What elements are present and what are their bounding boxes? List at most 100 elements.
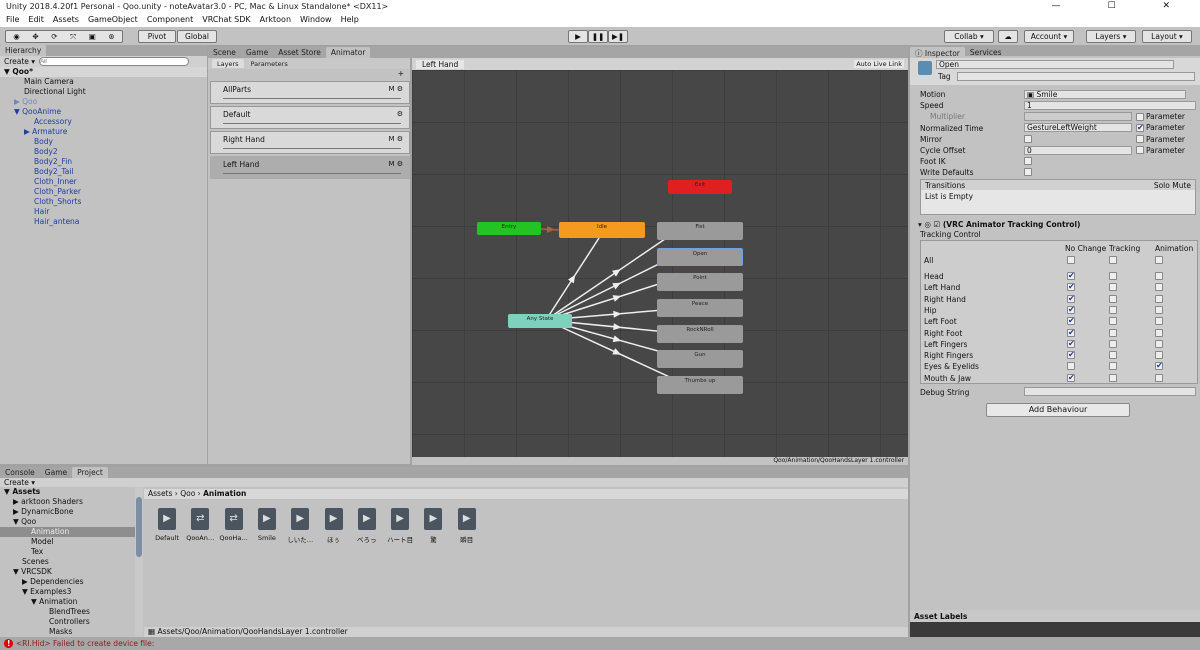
hierarchy-item[interactable]: Accessory	[0, 117, 207, 127]
tab-project[interactable]: Project	[72, 467, 108, 478]
tool-icon[interactable]: ✥	[32, 32, 38, 41]
tool-icon[interactable]: ⟳	[51, 32, 57, 41]
tracking-checkbox[interactable]	[1155, 256, 1163, 264]
breadcrumb-item[interactable]: Animation	[203, 489, 246, 498]
hierarchy-item[interactable]: Cloth_Parker	[0, 187, 207, 197]
pivot-button[interactable]: Pivot	[138, 30, 176, 43]
add-layer-button[interactable]: +	[208, 69, 410, 79]
normalized-time-dropdown[interactable]: GestureLeftWeight	[1024, 123, 1132, 132]
tracking-checkbox[interactable]	[1155, 351, 1163, 360]
asset-labels-header[interactable]: Asset Labels	[910, 610, 1200, 622]
collab-button[interactable]: Collab ▾	[944, 30, 994, 43]
scene-root[interactable]: ▼ Qoo*	[0, 67, 207, 77]
tracking-checkbox[interactable]	[1155, 317, 1163, 326]
tracking-checkbox[interactable]: ✔	[1067, 294, 1075, 303]
hierarchy-item[interactable]: ▼ QooAnime	[0, 107, 207, 117]
add-behaviour-button[interactable]: Add Behaviour	[986, 403, 1130, 417]
speed-field[interactable]: 1	[1024, 101, 1196, 110]
menu-help[interactable]: Help	[341, 15, 359, 25]
motion-field[interactable]: ▣ Smile	[1024, 90, 1186, 99]
menu-gameobject[interactable]: GameObject	[88, 15, 138, 25]
tracking-checkbox[interactable]	[1155, 328, 1163, 337]
project-folder[interactable]: Controllers	[0, 617, 135, 627]
layers-dropdown[interactable]: Layers ▾	[1086, 30, 1136, 43]
tab-layers[interactable]: Layers	[212, 59, 244, 68]
project-tree-scrollbar[interactable]	[135, 487, 143, 637]
project-folder[interactable]: ▼ Qoo	[0, 517, 135, 527]
project-folder[interactable]: ▶ Dependencies	[0, 577, 135, 587]
tag-field[interactable]	[957, 72, 1195, 81]
foot-ik-checkbox[interactable]	[1024, 157, 1032, 165]
auto-live-link-button[interactable]: Auto Live Link	[854, 60, 904, 68]
layer-settings-icon[interactable]: ⚙	[397, 110, 403, 118]
tracking-checkbox[interactable]	[1155, 373, 1163, 382]
project-folder[interactable]: ▶ arktoon Shaders	[0, 497, 135, 507]
project-folder[interactable]: Scenes	[0, 557, 135, 567]
tracking-checkbox[interactable]: ✔	[1067, 305, 1075, 314]
tracking-checkbox[interactable]: ✔	[1067, 272, 1075, 280]
hierarchy-item[interactable]: ▶ Qoo	[0, 97, 207, 107]
tab-inspector[interactable]: ⓘ Inspector	[910, 47, 965, 58]
hierarchy-item[interactable]: Hair	[0, 207, 207, 217]
hierarchy-item[interactable]: Main Camera	[0, 77, 207, 87]
hierarchy-search[interactable]	[39, 57, 190, 66]
hierarchy-item[interactable]: Body2_Fin	[0, 157, 207, 167]
menu-vrchat-sdk[interactable]: VRChat SDK	[202, 15, 250, 25]
state-node-thumbs-up[interactable]: Thumbs up	[657, 376, 743, 394]
tracking-checkbox[interactable]: ✔	[1067, 328, 1075, 337]
tracking-checkbox[interactable]	[1155, 283, 1163, 292]
state-name-field[interactable]: Open	[936, 60, 1174, 69]
layer-settings-icon[interactable]: M ⚙	[388, 85, 403, 93]
normalized-param-checkbox[interactable]: ✔	[1136, 124, 1144, 132]
component-header[interactable]: ▾ ◎ ☑ (VRC Animator Tracking Control)	[918, 220, 1080, 229]
tab-hierarchy[interactable]: Hierarchy	[0, 45, 47, 56]
project-create-button[interactable]: Create ▾	[0, 478, 908, 487]
mirror-param-checkbox[interactable]	[1136, 135, 1144, 143]
account-dropdown[interactable]: Account ▾	[1024, 30, 1074, 43]
menu-assets[interactable]: Assets	[53, 15, 79, 25]
tab-game[interactable]: Game	[40, 467, 72, 478]
menu-window[interactable]: Window	[300, 15, 332, 25]
debug-string-field[interactable]	[1024, 387, 1196, 396]
state-node-gun[interactable]: Gun	[657, 350, 743, 368]
menu-arktoon[interactable]: Arktoon	[260, 15, 291, 25]
tracking-checkbox[interactable]	[1155, 294, 1163, 303]
state-node-fist[interactable]: Fist	[657, 222, 743, 240]
state-node-exit[interactable]: Exit	[668, 180, 732, 194]
project-folder[interactable]: ▼ VRCSDK	[0, 567, 135, 577]
menu-edit[interactable]: Edit	[28, 15, 44, 25]
layer-item[interactable]: Left Hand M ⚙	[210, 156, 410, 179]
hierarchy-item[interactable]: ▶ Armature	[0, 127, 207, 137]
cycle-param-checkbox[interactable]	[1136, 146, 1144, 154]
hierarchy-item[interactable]: Cloth_Inner	[0, 177, 207, 187]
tracking-checkbox[interactable]	[1109, 373, 1117, 382]
tool-icon[interactable]: ▣	[89, 32, 96, 41]
layer-settings-icon[interactable]: M ⚙	[388, 160, 403, 168]
layer-settings-icon[interactable]: M ⚙	[388, 135, 403, 143]
project-folder[interactable]: Animation	[0, 527, 135, 537]
hierarchy-item[interactable]: Directional Light	[0, 87, 207, 97]
tracking-checkbox[interactable]	[1109, 305, 1117, 314]
tracking-checkbox[interactable]	[1109, 294, 1117, 303]
tab-animator[interactable]: Animator	[325, 47, 371, 58]
tracking-checkbox[interactable]: ✔	[1067, 373, 1075, 382]
tracking-checkbox[interactable]	[1067, 256, 1075, 264]
breadcrumb-item[interactable]: Qoo	[180, 489, 195, 498]
animator-graph[interactable]: Exit Entry Idle Any State Fist Open Point Peace…	[412, 70, 908, 457]
project-folder[interactable]: Tex	[0, 547, 135, 557]
tool-icon[interactable]: ⤧	[70, 32, 76, 42]
multiplier-param-checkbox[interactable]	[1136, 113, 1144, 121]
menu-file[interactable]: File	[6, 15, 19, 25]
state-node-rocknroll[interactable]: RockNRoll	[657, 325, 743, 343]
layer-item[interactable]: AllParts M ⚙	[210, 81, 410, 104]
tracking-checkbox[interactable]	[1109, 328, 1117, 337]
tracking-checkbox[interactable]	[1067, 362, 1075, 371]
tracking-checkbox[interactable]	[1155, 305, 1163, 314]
tracking-checkbox[interactable]	[1109, 256, 1117, 264]
mirror-checkbox[interactable]	[1024, 135, 1032, 143]
state-node-peace[interactable]: Peace	[657, 299, 743, 317]
global-button[interactable]: Global	[177, 30, 217, 43]
tracking-checkbox[interactable]	[1109, 351, 1117, 360]
tab-console[interactable]: Console	[0, 467, 40, 478]
hierarchy-item[interactable]: Body	[0, 137, 207, 147]
